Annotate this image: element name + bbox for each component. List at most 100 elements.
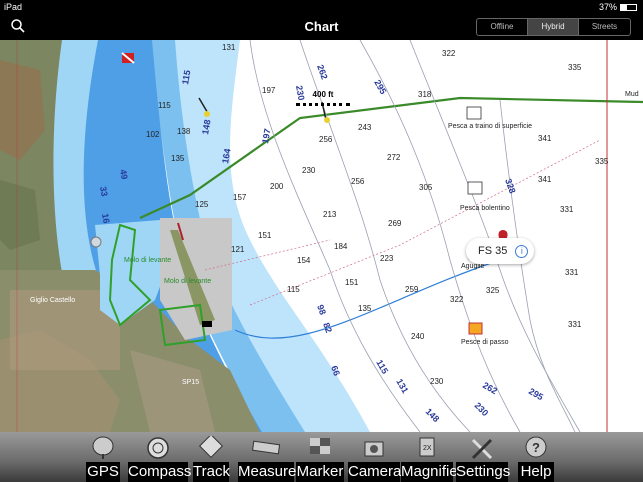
toolbar-label: Compass xyxy=(128,462,192,482)
depth-sounding: 318 xyxy=(418,90,432,99)
poi-label: Pesca bolentino xyxy=(460,205,510,212)
toolbar-settings[interactable]: Settings xyxy=(456,432,510,482)
toolbar-magnifier[interactable]: 2X Magnifier xyxy=(401,432,463,482)
depth-sounding: 213 xyxy=(323,210,337,219)
depth-sounding: 325 xyxy=(486,286,500,295)
depth-sounding: 331 xyxy=(568,320,582,329)
camera-icon xyxy=(364,441,384,457)
toolbar-label: Marker xyxy=(296,462,344,482)
map-mode-segmented-control: Offline Hybrid Streets xyxy=(476,18,631,36)
toolbar-marker[interactable]: Marker xyxy=(296,432,344,482)
depth-sounding: 256 xyxy=(351,177,365,186)
toolbar-gps[interactable]: GPS xyxy=(86,432,120,482)
depth-sounding: 138 xyxy=(177,127,191,136)
satellite-dish-icon xyxy=(92,436,114,459)
poi-icon[interactable] xyxy=(90,236,102,248)
svg-text:2X: 2X xyxy=(423,445,432,452)
tools-icon xyxy=(471,438,493,460)
depth-sounding: 322 xyxy=(450,295,464,304)
depth-sounding: 272 xyxy=(387,153,401,162)
depth-sounding: 223 xyxy=(380,254,394,263)
fishing-spot-icon[interactable] xyxy=(466,106,482,120)
poi-label: Pesca a traino di superficie xyxy=(448,123,532,130)
depth-sounding: 243 xyxy=(358,123,372,132)
fish-poi-icon[interactable] xyxy=(468,322,483,335)
depth-sounding: 151 xyxy=(345,278,359,287)
depth-sounding: 230 xyxy=(430,377,444,386)
depth-sounding: 197 xyxy=(262,86,276,95)
harbor-label: Molo di levante xyxy=(164,278,211,285)
depth-sounding: 125 xyxy=(195,200,209,209)
depth-sounding: 102 xyxy=(146,130,160,139)
depth-sounding: 335 xyxy=(595,157,609,166)
depth-sounding: 259 xyxy=(405,285,419,294)
harbor-marker-icon[interactable] xyxy=(202,321,212,327)
map-mode-streets[interactable]: Streets xyxy=(579,19,630,35)
nautical-chart-map[interactable]: 131 322 335 197 318 115 102 138 243 256 … xyxy=(0,40,643,432)
toolbar-label: Magnifier xyxy=(401,462,463,482)
depth-sounding: 135 xyxy=(358,304,372,313)
ruler-icon xyxy=(252,440,281,455)
track-sign-icon xyxy=(198,436,224,459)
magnifier-icon: 2X xyxy=(419,437,435,457)
depth-sounding: 121 xyxy=(231,245,245,254)
contour-label: 49 xyxy=(118,169,130,181)
depth-sounding: 157 xyxy=(233,193,247,202)
map-scale: 400 ft xyxy=(296,88,350,108)
harbor-label: Molo di levante xyxy=(124,257,171,264)
map-mode-hybrid[interactable]: Hybrid xyxy=(528,19,579,35)
depth-sounding: 200 xyxy=(270,182,284,191)
nav-bar: Chart Offline Hybrid Streets xyxy=(0,14,643,40)
toolbar-label: Track xyxy=(193,462,230,482)
toolbar-compass[interactable]: Compass xyxy=(128,432,192,482)
depth-sounding: 331 xyxy=(565,268,579,277)
toolbar-label: Camera xyxy=(348,462,402,482)
toolbar-label: Help xyxy=(518,462,554,482)
battery-indicator: 37% xyxy=(599,2,637,12)
depth-sounding: 305 xyxy=(419,183,433,192)
depth-sounding: 184 xyxy=(334,242,348,251)
depth-sounding: 154 xyxy=(297,256,311,265)
depth-sounding: 230 xyxy=(302,166,316,175)
toolbar-track[interactable]: Track xyxy=(193,432,230,482)
town-label: Giglio Castello xyxy=(30,297,75,304)
compass-icon xyxy=(147,437,169,459)
bottom-toolbar: GPS Compass Track Measure Marker Camera … xyxy=(0,432,643,482)
marker-flag-icon xyxy=(310,438,330,454)
contour-label: 16 xyxy=(100,213,112,225)
depth-sounding: 269 xyxy=(388,219,402,228)
battery-percent: 37% xyxy=(598,2,617,12)
depth-sounding: 240 xyxy=(411,332,425,341)
diving-flag-icon[interactable] xyxy=(121,52,135,64)
road-label: SP15 xyxy=(182,379,199,386)
contour-label: 33 xyxy=(98,186,110,198)
battery-icon xyxy=(620,3,637,11)
poi-label: Pesce di passo xyxy=(461,339,509,346)
depth-sounding: 256 xyxy=(319,135,333,144)
fishing-spot-icon[interactable] xyxy=(467,181,483,195)
toolbar-help[interactable]: ? Help xyxy=(518,432,554,482)
depth-sounding: 131 xyxy=(222,43,236,52)
info-icon[interactable]: i xyxy=(515,244,529,258)
depth-sounding: 331 xyxy=(560,205,574,214)
callout-label: FS 35 xyxy=(478,245,508,257)
toolbar-camera[interactable]: Camera xyxy=(348,432,402,482)
depth-sounding: 115 xyxy=(158,101,171,110)
toolbar-label: Measure xyxy=(238,462,297,482)
depth-sounding: 322 xyxy=(442,49,456,58)
depth-sounding: 341 xyxy=(538,175,552,184)
scale-label: 400 ft xyxy=(312,90,334,99)
depth-sounding: 135 xyxy=(171,154,185,163)
position-callout[interactable]: FS 35 i xyxy=(466,238,534,264)
poi-label: Aguglie xyxy=(461,263,484,270)
toolbar-label: GPS xyxy=(86,462,120,482)
toolbar-measure[interactable]: Measure xyxy=(238,432,297,482)
edge-label: Mud xyxy=(625,91,639,98)
depth-sounding: 115 xyxy=(287,285,300,294)
svg-text:?: ? xyxy=(532,440,540,455)
depth-sounding: 341 xyxy=(538,134,552,143)
depth-sounding: 151 xyxy=(258,231,272,240)
scale-bar xyxy=(296,103,350,106)
depth-sounding: 335 xyxy=(568,63,582,72)
map-mode-offline[interactable]: Offline xyxy=(477,19,528,35)
